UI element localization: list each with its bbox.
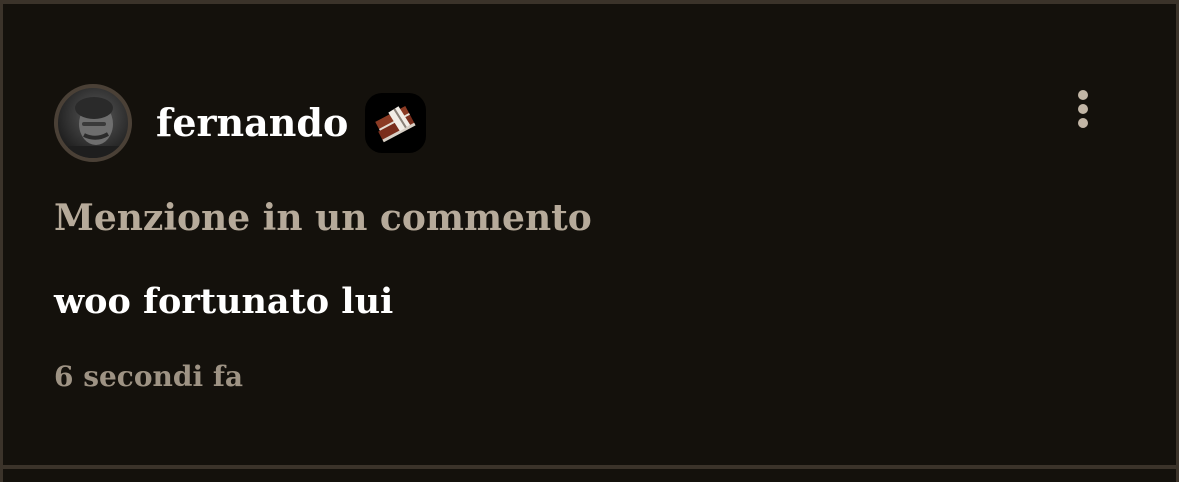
- stack-of-books-badge-icon: [365, 93, 426, 153]
- timestamp: 6 secondi fa: [54, 360, 244, 393]
- more-vertical-icon[interactable]: [1065, 87, 1101, 131]
- menu-dot: [1078, 118, 1088, 128]
- notification-type-label: Menzione in un commento: [54, 197, 592, 239]
- avatar[interactable]: [54, 84, 132, 162]
- menu-dot: [1078, 90, 1088, 100]
- notification-card[interactable]: fernando Menzione in un commento woo for…: [0, 0, 1179, 482]
- menu-dot: [1078, 104, 1088, 114]
- avatar-photo: [68, 97, 120, 158]
- comment-text: woo fortunato lui: [54, 281, 394, 322]
- next-card-edge: [0, 469, 1179, 482]
- username[interactable]: fernando: [156, 98, 348, 148]
